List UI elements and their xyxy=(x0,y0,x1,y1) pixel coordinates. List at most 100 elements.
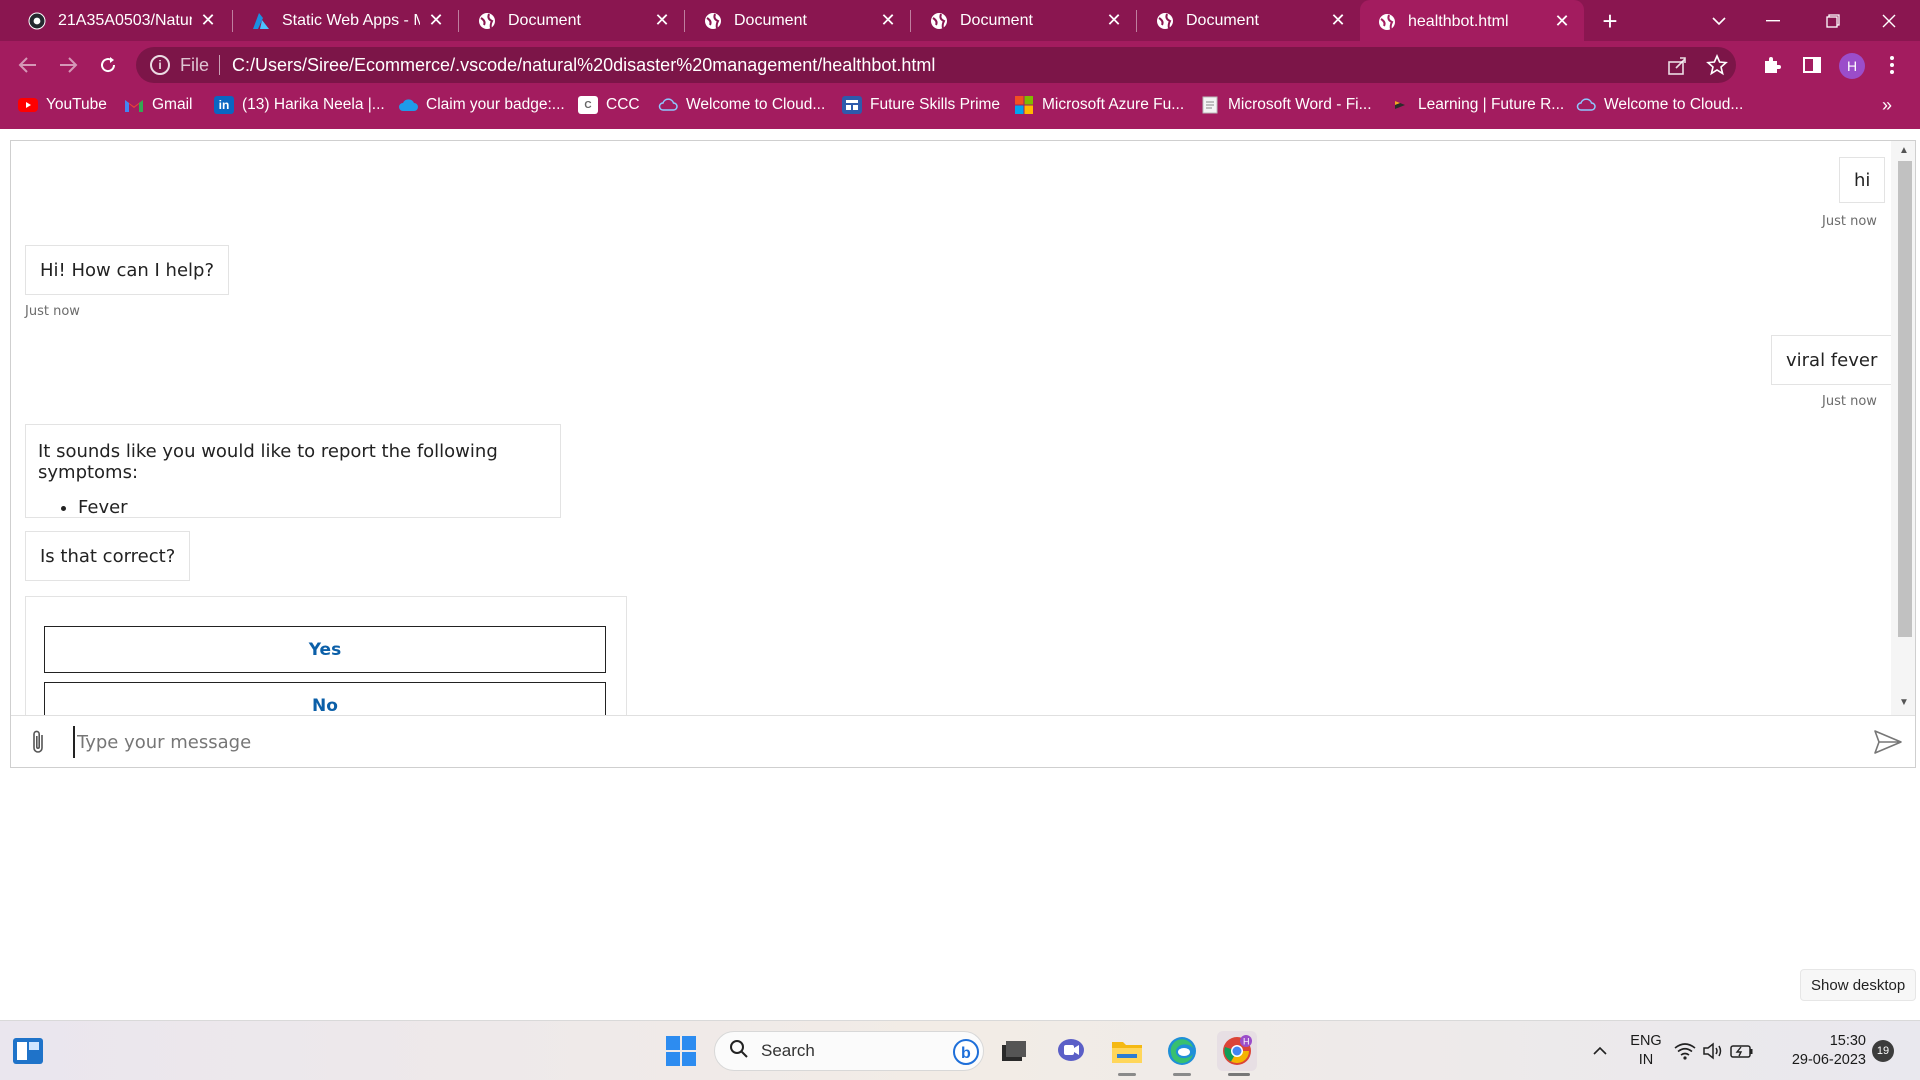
bookmark-label: Claim your badge:... xyxy=(426,96,565,113)
new-tab-button[interactable]: + xyxy=(1594,6,1626,36)
side-panel-icon[interactable] xyxy=(1796,49,1828,81)
notification-badge[interactable]: 19 xyxy=(1872,1040,1894,1062)
github-icon xyxy=(28,12,46,30)
tab-azure[interactable]: Static Web Apps - Mic ✕ xyxy=(234,0,458,41)
file-explorer-icon[interactable] xyxy=(1107,1031,1147,1071)
azure-icon xyxy=(252,12,270,30)
scroll-down-icon[interactable]: ▼ xyxy=(1897,697,1911,708)
extensions-icon[interactable] xyxy=(1756,49,1788,81)
close-icon[interactable]: ✕ xyxy=(878,10,898,31)
address-divider xyxy=(219,55,221,75)
send-icon[interactable] xyxy=(1873,728,1903,756)
tab-document-1[interactable]: Document ✕ xyxy=(460,0,684,41)
bookmark-ccc[interactable]: C CCC xyxy=(578,89,640,121)
address-url[interactable]: C:/Users/Siree/Ecommerce/.vscode/natural… xyxy=(232,55,935,76)
task-view-icon[interactable] xyxy=(994,1031,1034,1071)
share-icon[interactable] xyxy=(1666,54,1688,81)
tab-search-chevron-icon[interactable] xyxy=(1692,0,1746,41)
bookmark-future-skills[interactable]: Future Skills Prime xyxy=(842,89,1000,121)
tab-title: Document xyxy=(508,11,581,29)
paperclip-icon[interactable] xyxy=(27,728,51,756)
minimize-icon[interactable] xyxy=(1746,0,1800,41)
bookmark-welcome-cloud-1[interactable]: Welcome to Cloud... xyxy=(658,89,825,121)
bot-symptom-message: It sounds like you would like to report … xyxy=(25,424,561,518)
no-button[interactable]: No xyxy=(44,682,606,715)
youtube-icon xyxy=(18,96,38,114)
tab-github[interactable]: 21A35A0503/Natural- ✕ xyxy=(10,0,230,41)
symptom-intro: It sounds like you would like to report … xyxy=(38,441,498,483)
message-timestamp: Just now xyxy=(1822,214,1877,229)
taskbar-search[interactable]: Search b xyxy=(714,1031,984,1071)
back-icon[interactable] xyxy=(12,49,44,81)
yes-button[interactable]: Yes xyxy=(44,626,606,673)
volume-icon[interactable] xyxy=(1700,1031,1726,1071)
scrollbar-thumb[interactable] xyxy=(1898,161,1912,637)
bookmark-word[interactable]: Microsoft Word - Fi... xyxy=(1200,89,1372,121)
bookmark-claim-badge[interactable]: Claim your badge:... xyxy=(398,89,565,121)
globe-icon xyxy=(930,12,948,30)
address-bar[interactable]: i File C:/Users/Siree/Ecommerce/.vscode/… xyxy=(136,47,1736,83)
bookmark-label: Microsoft Azure Fu... xyxy=(1042,96,1185,113)
globe-icon xyxy=(478,12,496,30)
language-indicator[interactable]: ENG IN xyxy=(1624,1032,1668,1070)
document-icon xyxy=(1200,96,1220,114)
tab-document-2[interactable]: Document ✕ xyxy=(686,0,910,41)
reload-icon[interactable] xyxy=(92,49,124,81)
user-message: hi xyxy=(1839,157,1886,203)
bookmark-label: Welcome to Cloud... xyxy=(1604,96,1744,113)
cloud-badge-icon xyxy=(398,96,418,114)
forward-icon[interactable] xyxy=(52,49,84,81)
restore-icon[interactable] xyxy=(1806,0,1860,41)
globe-icon xyxy=(704,12,722,30)
bookmark-learning[interactable]: Learning | Future R... xyxy=(1390,89,1564,121)
tab-document-3[interactable]: Document ✕ xyxy=(912,0,1136,41)
tab-separator xyxy=(1136,10,1137,32)
bookmark-azure-fundamentals[interactable]: Microsoft Azure Fu... xyxy=(1014,89,1184,121)
close-icon[interactable]: ✕ xyxy=(1328,10,1348,31)
bing-icon[interactable]: b xyxy=(953,1039,979,1070)
profile-avatar[interactable]: H xyxy=(1839,53,1865,79)
wifi-icon[interactable] xyxy=(1672,1031,1698,1071)
bookmark-label: Gmail xyxy=(152,96,193,113)
chat-transcript[interactable]: hi Just now Hi! How can I help? Just now… xyxy=(11,141,1891,715)
clock[interactable]: 15:30 29-06-2023 xyxy=(1778,1032,1866,1070)
healthbot-chat: hi Just now Hi! How can I help? Just now… xyxy=(10,140,1916,768)
close-window-icon[interactable] xyxy=(1862,0,1916,41)
bookmarks-overflow-button[interactable]: » xyxy=(1882,89,1892,121)
browser-toolbar: i File C:/Users/Siree/Ecommerce/.vscode/… xyxy=(0,41,1920,89)
bookmark-label: YouTube xyxy=(46,96,107,113)
message-timestamp: Just now xyxy=(1822,394,1877,409)
scroll-up-icon[interactable]: ▲ xyxy=(1897,145,1911,156)
bookmark-linkedin[interactable]: in (13) Harika Neela |... xyxy=(214,89,385,121)
search-icon xyxy=(729,1039,749,1064)
battery-icon[interactable] xyxy=(1728,1031,1756,1071)
language-code: ENG xyxy=(1630,1033,1662,1049)
chevron-up-icon[interactable] xyxy=(1580,1031,1620,1071)
svg-text:b: b xyxy=(961,1045,971,1062)
info-icon[interactable]: i xyxy=(150,55,170,75)
start-icon[interactable] xyxy=(661,1031,701,1071)
edge-icon[interactable] xyxy=(1162,1031,1202,1071)
tab-separator xyxy=(910,10,911,32)
clock-time: 15:30 xyxy=(1829,1033,1866,1049)
close-icon[interactable]: ✕ xyxy=(652,10,672,31)
message-input[interactable] xyxy=(73,726,1853,758)
cloud-icon xyxy=(1576,96,1596,114)
close-icon[interactable]: ✕ xyxy=(426,10,446,31)
bookmark-youtube[interactable]: YouTube xyxy=(18,89,107,121)
flag-icon xyxy=(1390,96,1410,114)
tab-document-4[interactable]: Document ✕ xyxy=(1138,0,1360,41)
teams-chat-icon[interactable] xyxy=(1051,1031,1091,1071)
star-icon[interactable] xyxy=(1706,53,1728,81)
close-icon[interactable]: ✕ xyxy=(1552,11,1572,32)
tab-title: Document xyxy=(734,11,807,29)
widgets-icon[interactable] xyxy=(8,1031,48,1071)
close-icon[interactable]: ✕ xyxy=(1104,10,1124,31)
transcript-scrollbar[interactable]: ▲ ▼ xyxy=(1891,141,1915,715)
chrome-icon[interactable]: H xyxy=(1217,1031,1257,1071)
tab-healthbot[interactable]: healthbot.html ✕ xyxy=(1360,0,1584,43)
bookmark-welcome-cloud-2[interactable]: Welcome to Cloud... xyxy=(1576,89,1743,121)
menu-dots-icon[interactable] xyxy=(1876,49,1908,81)
close-icon[interactable]: ✕ xyxy=(198,10,218,31)
bookmark-gmail[interactable]: Gmail xyxy=(124,89,192,121)
